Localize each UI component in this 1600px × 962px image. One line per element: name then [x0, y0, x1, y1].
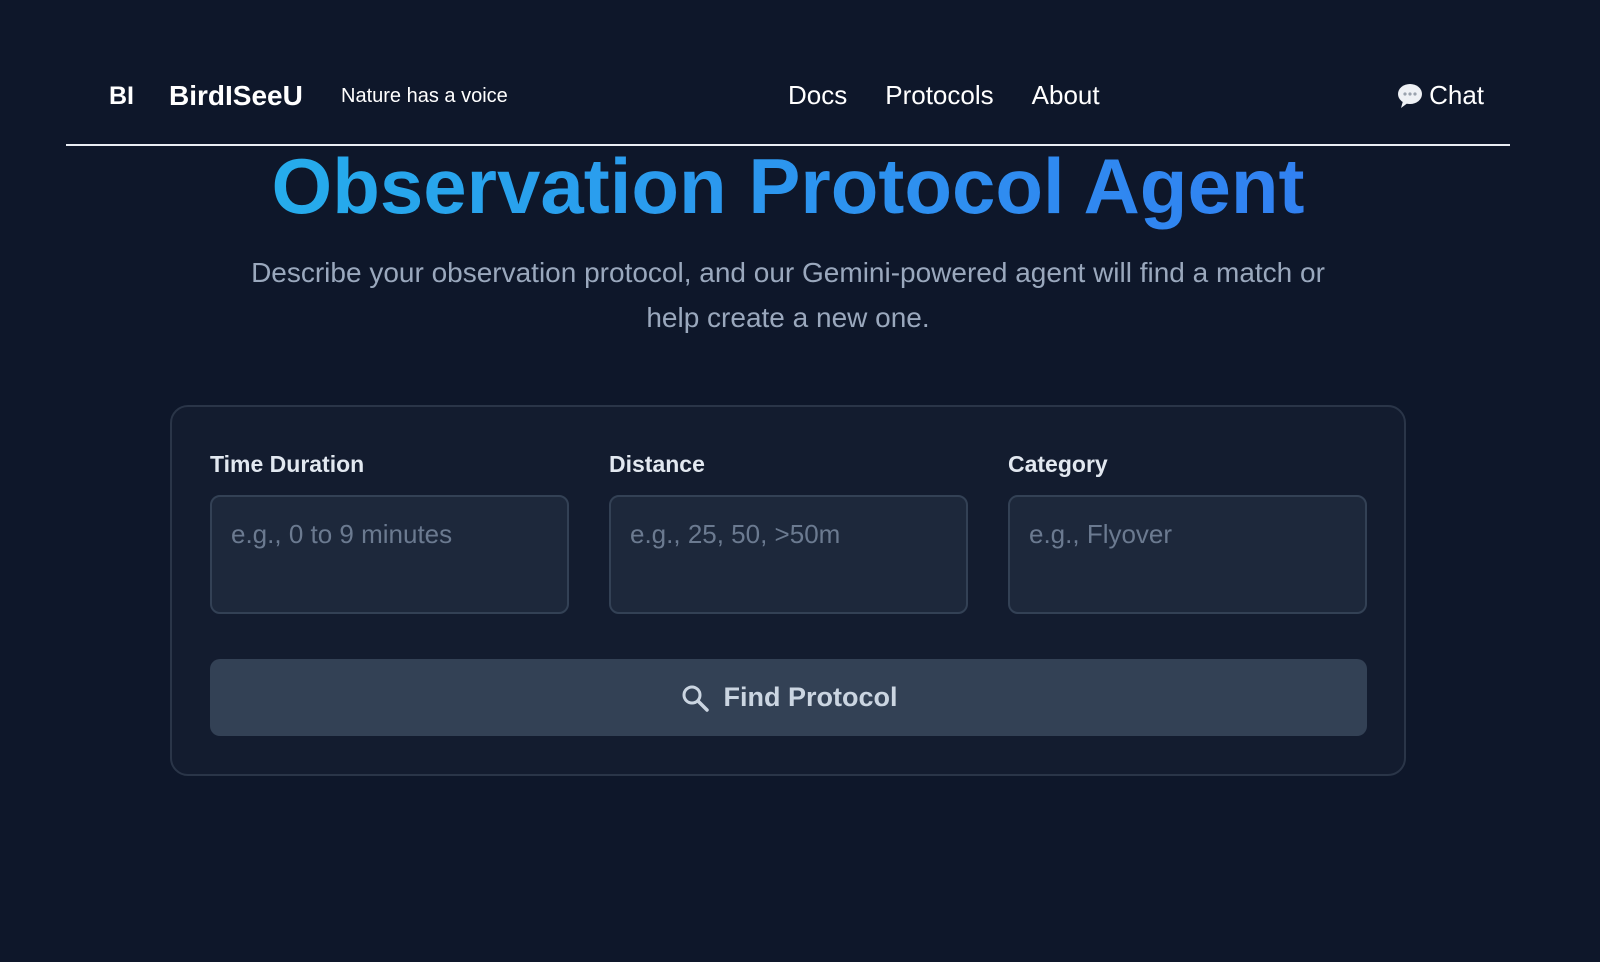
nav-link-docs[interactable]: Docs [788, 80, 847, 111]
category-input[interactable] [1008, 495, 1367, 614]
distance-field-group: Distance [609, 447, 968, 619]
category-field-group: Category [1008, 447, 1367, 619]
nav-link-protocols[interactable]: Protocols [885, 80, 993, 111]
brand-name[interactable]: BirdISeeU [169, 80, 303, 112]
distance-input[interactable] [609, 495, 968, 614]
find-protocol-button[interactable]: Find Protocol [210, 659, 1367, 736]
chat-link[interactable]: Chat [1397, 80, 1484, 111]
page-title: Observation Protocol Agent [0, 140, 1576, 234]
protocol-search-form: Time Duration Distance Category Find Pro… [170, 405, 1406, 776]
search-icon [680, 683, 710, 713]
chat-link-label: Chat [1429, 80, 1484, 110]
brand-logo-mark[interactable]: BI [109, 82, 134, 111]
nav-link-about[interactable]: About [1032, 80, 1100, 111]
category-label: Category [1008, 451, 1108, 477]
main-nav: Docs Protocols About [788, 80, 1100, 111]
speech-bubble-icon [1397, 83, 1423, 109]
time-duration-label: Time Duration [210, 451, 365, 477]
find-protocol-label: Find Protocol [723, 682, 898, 712]
time-duration-input[interactable] [210, 495, 569, 614]
top-navbar: BI BirdISeeU Nature has a voice Docs Pro… [66, 50, 1510, 146]
page-subtitle: Describe your observation protocol, and … [251, 257, 1325, 333]
brand-tagline: Nature has a voice [341, 85, 508, 107]
time-duration-field-group: Time Duration [210, 447, 569, 619]
distance-label: Distance [609, 451, 705, 477]
